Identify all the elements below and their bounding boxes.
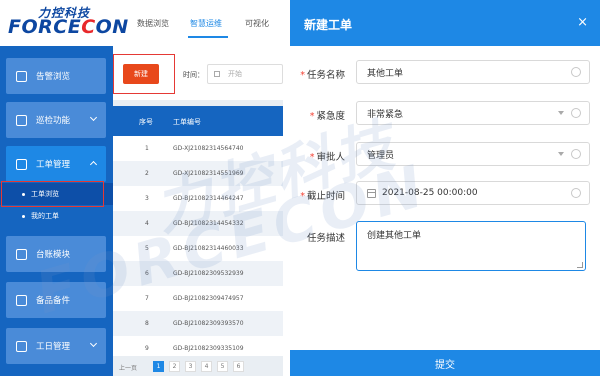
clear-icon[interactable] <box>571 188 581 198</box>
deadline-label: * 截止时间 <box>300 191 345 202</box>
chevron-down-icon <box>89 113 98 122</box>
resize-handle-icon[interactable] <box>577 262 583 268</box>
chevron-up-icon <box>89 160 98 169</box>
dialog-header: 新建工单 × <box>290 0 600 46</box>
urgency-label: * 紧急度 <box>309 111 345 122</box>
page-2-button[interactable]: 2 <box>169 361 180 372</box>
sidebar-item-label: 告警浏览 <box>36 72 71 82</box>
sidebar-item-alarms[interactable]: 告警浏览 <box>6 58 106 94</box>
topnav-visualization[interactable]: 可视化 <box>245 18 269 29</box>
deadline-input[interactable]: 2021-08-25 00:00:00 <box>356 181 590 205</box>
work-order-icon <box>16 158 27 170</box>
sidebar-item-label: 巡检功能 <box>36 116 71 126</box>
sidebar: 告警浏览 巡检功能 工单管理 工单浏览 我的工单 台账模块 备品备件 工日管理 <box>0 46 113 376</box>
page-5-button[interactable]: 5 <box>217 361 228 372</box>
chevron-down-icon <box>89 339 98 348</box>
workday-icon <box>16 340 27 352</box>
required-mark: * <box>309 111 315 122</box>
sidebar-item-ledger[interactable]: 台账模块 <box>6 236 106 272</box>
table-row[interactable]: 2 GD-XJ21082314551969 <box>113 161 283 186</box>
table-header: 序号 工单编号 <box>113 106 283 136</box>
highlight-box-submenu <box>1 181 104 207</box>
table-row[interactable]: 7 GD-BJ21082309474957 <box>113 286 283 311</box>
approver-label: * 审批人 <box>309 152 345 163</box>
topnav-data-browse[interactable]: 数据浏览 <box>137 18 169 29</box>
start-date-input[interactable]: 开始 <box>207 64 283 84</box>
clear-icon[interactable] <box>571 149 581 159</box>
urgency-select[interactable]: 非常紧急 <box>356 101 590 125</box>
ledger-icon <box>16 248 27 260</box>
alarm-icon <box>16 70 27 82</box>
time-label: 时间： <box>183 71 204 79</box>
screen: 力控科技 FORCECON 数据浏览 智慧运维 可视化 告警浏览 巡检功能 工单… <box>0 0 600 376</box>
sidebar-item-label: 工日管理 <box>36 342 71 352</box>
header-order-no: 工单编号 <box>173 118 201 126</box>
submit-button[interactable]: 提交 <box>290 350 600 376</box>
required-mark: * <box>300 191 305 202</box>
submenu-label: 我的工单 <box>31 212 59 220</box>
clear-icon[interactable] <box>571 67 581 77</box>
new-work-order-dialog: 新建工单 × *任务名称 其他工单 *紧急度 非常紧急 *审批人 管理员 <box>290 0 600 376</box>
clear-icon[interactable] <box>571 108 581 118</box>
sidebar-item-inspection[interactable]: 巡检功能 <box>6 102 106 138</box>
highlight-box-new-button <box>113 54 175 94</box>
logo-en-text: FORCECON <box>8 16 129 38</box>
close-icon[interactable]: × <box>577 15 588 30</box>
caret-down-icon <box>558 111 564 115</box>
submenu-item-my-work-orders[interactable]: 我的工单 <box>0 205 113 227</box>
inspection-icon <box>16 114 27 126</box>
calendar-icon <box>367 188 376 198</box>
table-row[interactable]: 8 GD-BJ21082309393570 <box>113 311 283 336</box>
active-nav-indicator <box>188 36 228 38</box>
prev-page-button[interactable]: 上一页 <box>119 363 137 372</box>
sidebar-item-label: 工单管理 <box>36 160 71 170</box>
task-name-label: * 任务名称 <box>300 70 345 81</box>
table-row[interactable]: 4 GD-BJ21082314454332 <box>113 211 283 236</box>
table-row[interactable]: 3 GD-BJ21082314464247 <box>113 186 283 211</box>
table-row[interactable]: 1 GD-XJ21082314564740 <box>113 136 283 161</box>
header-index: 序号 <box>139 118 153 126</box>
page-4-button[interactable]: 4 <box>201 361 212 372</box>
sidebar-item-label: 台账模块 <box>36 250 71 260</box>
page-3-button[interactable]: 3 <box>185 361 196 372</box>
required-mark: * <box>309 152 315 163</box>
dialog-title: 新建工单 <box>304 18 353 32</box>
task-name-input[interactable]: 其他工单 <box>356 60 590 84</box>
sidebar-item-label: 备品备件 <box>36 296 71 306</box>
caret-down-icon <box>558 152 564 156</box>
table-row[interactable]: 5 GD-BJ21082314460033 <box>113 236 283 261</box>
page-6-button[interactable]: 6 <box>233 361 244 372</box>
work-order-table: 序号 工单编号 1 GD-XJ21082314564740 2 GD-XJ21082… <box>113 106 283 356</box>
table-row[interactable]: 6 GD-BJ21082309532939 <box>113 261 283 286</box>
page-1-button[interactable]: 1 <box>153 361 164 372</box>
topnav-smart-ops[interactable]: 智慧运维 <box>190 18 222 29</box>
sidebar-item-spare-parts[interactable]: 备品备件 <box>6 282 106 318</box>
description-label: 任务描述 <box>306 233 345 244</box>
required-mark: * <box>300 70 305 81</box>
forcecon-logo: 力控科技 FORCECON <box>8 4 128 42</box>
start-placeholder: 开始 <box>228 70 242 78</box>
approver-select[interactable]: 管理员 <box>356 142 590 166</box>
bullet-icon <box>22 214 25 218</box>
pagination: 上一页 1 2 3 4 5 6 <box>113 358 283 376</box>
content-area: 新建 时间： 开始 序号 工单编号 1 GD-XJ21082314564740 2… <box>113 46 283 376</box>
sidebar-item-workday[interactable]: 工日管理 <box>6 328 106 364</box>
description-textarea[interactable]: 创建其他工单 <box>356 221 586 271</box>
spare-parts-icon <box>16 294 27 306</box>
sidebar-item-work-orders[interactable]: 工单管理 <box>6 146 106 182</box>
calendar-icon <box>214 71 220 77</box>
